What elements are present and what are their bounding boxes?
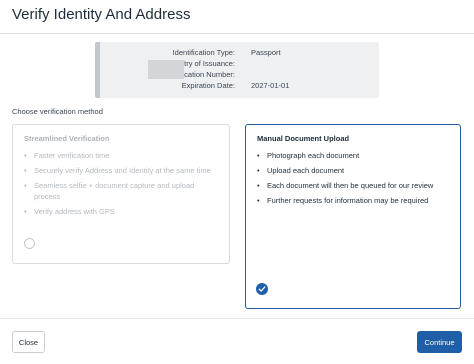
checkmark-icon <box>258 286 266 292</box>
radio-empty-icon[interactable] <box>24 238 35 249</box>
continue-button[interactable]: Continue <box>417 331 462 353</box>
method-prompt: Choose verification method <box>12 107 103 116</box>
feature-item: Further requests for information may be … <box>256 195 446 206</box>
feature-item: Verify address with GPS <box>23 206 213 217</box>
id-type-label: Identification Type: <box>172 48 235 57</box>
feature-item: Each document will then be queued for ou… <box>256 180 446 191</box>
id-row-type: Identification Type: Passport <box>100 47 384 58</box>
option-title: Manual Document Upload <box>257 134 350 143</box>
expiration-value: 2027-01-01 <box>251 81 290 90</box>
redacted-block <box>148 60 184 79</box>
feature-list: Photograph each document Upload each doc… <box>256 150 446 210</box>
close-button[interactable]: Close <box>12 331 45 353</box>
feature-item: Faster verification time <box>23 150 213 161</box>
dialog-title: Verify Identity And Address <box>12 6 191 23</box>
feature-item: Seamless selfie + document capture and u… <box>23 180 213 202</box>
id-type-value: Passport <box>251 48 281 57</box>
feature-item: Upload each document <box>256 165 446 176</box>
feature-item: Securely verify Address and Identity at … <box>23 165 213 176</box>
option-streamlined-card[interactable]: Streamlined Verification Faster verifica… <box>12 124 230 264</box>
id-row-expiration: Expiration Date: 2027-01-01 <box>100 80 384 91</box>
id-row-country: Country of Issuance: <box>100 58 384 69</box>
feature-list: Faster verification time Securely verify… <box>23 150 213 221</box>
option-manual-card[interactable]: Manual Document Upload Photograph each d… <box>245 124 461 309</box>
dialog-footer: Close Continue <box>0 318 474 364</box>
check-circle-icon[interactable] <box>256 283 268 295</box>
identification-summary: Identification Type: Passport Country of… <box>95 42 379 98</box>
expiration-label: Expiration Date: <box>181 81 235 90</box>
id-row-number: Identification Number: <box>100 69 384 80</box>
option-title: Streamlined Verification <box>24 134 110 143</box>
dialog-header: Verify Identity And Address <box>0 0 474 34</box>
feature-item: Photograph each document <box>256 150 446 161</box>
